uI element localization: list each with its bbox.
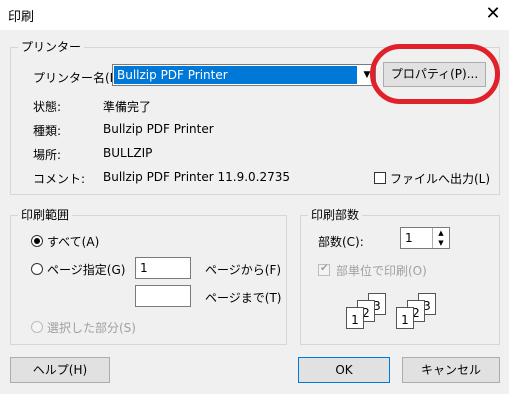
page-to-suffix: ページまで(T) <box>205 291 282 305</box>
comment-value: Bullzip PDF Printer 11.9.0.2735 <box>103 170 291 184</box>
copies-spinner[interactable]: ▲ ▼ <box>432 228 449 248</box>
where-label: 場所: <box>33 148 62 162</box>
page-to-input[interactable] <box>135 285 191 307</box>
collate-page-1: 1 <box>346 307 364 329</box>
ok-button[interactable]: OK <box>298 357 390 383</box>
status-value: 準備完了 <box>103 100 152 114</box>
where-value: BULLZIP <box>103 146 153 160</box>
range-selection-label[interactable]: 選択した部分(S) <box>47 319 136 336</box>
status-label: 状態: <box>33 100 62 114</box>
print-to-file-label[interactable]: ファイルへ出力(L) <box>390 170 490 187</box>
range-all-radio[interactable] <box>31 235 43 247</box>
range-selection-radio[interactable] <box>31 321 43 333</box>
collate-label[interactable]: 部単位で印刷(O) <box>336 262 427 279</box>
type-label: 種類: <box>33 124 62 138</box>
page-from-suffix: ページから(F) <box>205 263 282 277</box>
collate-checkbox[interactable]: ✔ <box>318 263 330 276</box>
print-range-group-label: 印刷範囲 <box>18 206 73 223</box>
copies-group-label: 印刷部数 <box>308 206 363 223</box>
printer-name-value: Bullzip PDF Printer <box>114 66 357 84</box>
annotation-circle <box>370 44 500 104</box>
printer-group-label: プリンター <box>18 38 85 55</box>
copies-count-label: 部数(C): <box>318 235 364 249</box>
spin-down-icon[interactable]: ▼ <box>433 238 449 248</box>
check-icon: ✔ <box>320 263 329 274</box>
close-icon[interactable]: ✕ <box>482 3 504 25</box>
comment-label: コメント: <box>33 172 86 186</box>
help-button[interactable]: ヘルプ(H) <box>10 357 110 383</box>
copies-count-value: 1 <box>405 231 413 245</box>
type-value: Bullzip PDF Printer <box>103 122 214 136</box>
window-title: 印刷 <box>8 10 35 25</box>
copies-count-input[interactable]: 1 ▲ ▼ <box>400 227 450 249</box>
range-pages-label[interactable]: ページ指定(G) <box>47 261 125 278</box>
cancel-button[interactable]: キャンセル <box>402 357 500 383</box>
print-to-file-checkbox[interactable] <box>374 172 386 184</box>
range-pages-radio[interactable] <box>31 263 43 275</box>
collate-page-1: 1 <box>396 307 414 329</box>
range-all-label[interactable]: すべて(A) <box>47 233 99 250</box>
page-from-input[interactable]: 1 <box>135 257 191 279</box>
title-bar <box>0 0 509 30</box>
printer-name-select[interactable]: Bullzip PDF Printer ▼ <box>112 64 376 86</box>
